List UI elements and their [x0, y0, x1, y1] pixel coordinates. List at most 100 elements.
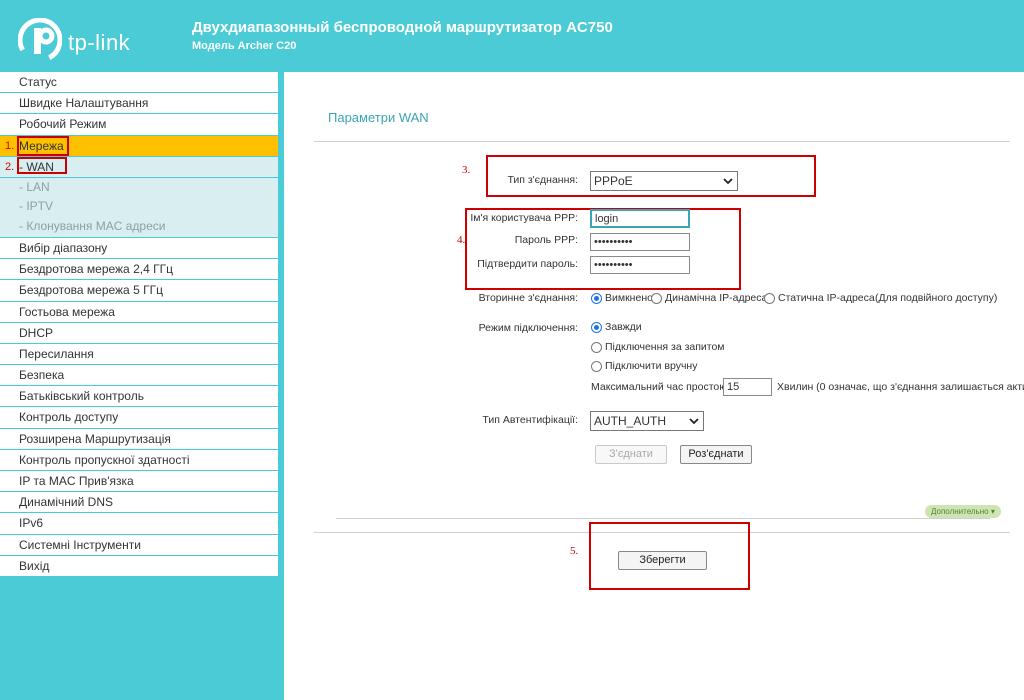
idle-time-input[interactable]: 15 [723, 378, 772, 396]
sidebar-item-label: Динамічний DNS [19, 495, 114, 510]
sidebar-item-label: - IPTV [19, 199, 54, 214]
annotation-marker-3: 3. [462, 164, 471, 176]
sidebar-item-system-tools[interactable]: Системні Інструменти [0, 534, 278, 556]
sidebar-item-label: Контроль пропускної здатності [19, 452, 190, 467]
mode-manual-radio[interactable] [591, 361, 602, 372]
sidebar-item-routing[interactable]: Розширена Маршрутизація [0, 428, 278, 450]
router-model: Модель Archer C20 [192, 40, 297, 52]
username-input[interactable]: login [590, 209, 690, 228]
secondary-dynamic-radio[interactable] [651, 293, 662, 304]
sidebar-item-forwarding[interactable]: Пересилання [0, 343, 278, 366]
connection-mode-label: Режим підключення: [478, 322, 578, 334]
sidebar-item-lan[interactable]: - LAN [0, 177, 278, 198]
sidebar-item-ddns[interactable]: Динамічний DNS [0, 492, 278, 514]
sidebar-item-label: Вибір діапазону [19, 240, 108, 255]
annotation-box-network [17, 136, 69, 156]
header-bar: tp-link Двухдиапазонный беспроводной мар… [0, 0, 1024, 72]
sidebar-item-status[interactable]: Статус [0, 72, 278, 94]
idle-time-suffix: Хвилин (0 означає, що з'єднання залишаєт… [777, 381, 1024, 393]
sidebar-item-label: - Клонування MAC адреси [19, 218, 166, 233]
more-options-label: Дополнительно [931, 507, 989, 516]
idle-time-label: Максимальний час простою: [591, 381, 731, 393]
main-panel: Параметри WAN 3. Тип з'єднання: PPPoE 4.… [284, 72, 1024, 700]
sidebar-item-bandwidth[interactable]: Контроль пропускної здатності [0, 449, 278, 471]
password-input[interactable]: •••••••••• [590, 233, 690, 251]
sidebar-item-label: Гостьова мережа [19, 304, 115, 319]
sidebar-item-iptv[interactable]: - IPTV [0, 197, 278, 217]
sidebar-item-label: Швидке Налаштування [19, 96, 149, 111]
idle-time-value: 15 [727, 381, 740, 393]
sidebar-item-operation-mode[interactable]: Робочий Режим [0, 114, 278, 136]
sidebar-item-logout[interactable]: Вихід [0, 555, 278, 577]
annotation-marker-4: 4. [457, 234, 466, 246]
connection-type-select[interactable]: PPPoE [590, 171, 738, 191]
sidebar-item-wireless-24[interactable]: Бездротова мережа 2,4 ГГц [0, 259, 278, 281]
secondary-static-label: Статична IP-адреса [778, 292, 875, 304]
auth-type-select[interactable]: AUTH_AUTH [590, 411, 704, 431]
chevron-down-icon [723, 178, 733, 185]
page-title: Параметри WAN [328, 110, 429, 125]
sidebar-item-label: - LAN [19, 179, 50, 194]
mode-on-demand-radio[interactable] [591, 342, 602, 353]
disconnect-button[interactable]: Роз'єднати [680, 445, 752, 464]
sidebar-item-label: Розширена Маршрутизація [19, 431, 171, 446]
sidebar-item-quick-setup[interactable]: Швидке Налаштування [0, 93, 278, 115]
auth-type-value: AUTH_AUTH [594, 414, 667, 428]
chevron-down-icon: ▾ [990, 507, 995, 516]
divider-bottom [336, 518, 990, 519]
connection-type-label: Тип з'єднання: [507, 174, 578, 186]
secondary-connection-label: Вторинне з'єднання: [478, 292, 578, 304]
secondary-static-radio[interactable] [764, 293, 775, 304]
mode-manual-label: Підключити вручну [605, 360, 698, 372]
save-button[interactable]: Зберегти [618, 551, 707, 570]
brand-name: tp-link [68, 30, 131, 55]
sidebar: Статус Швидке Налаштування Робочий Режим… [0, 72, 278, 700]
sidebar-item-ip-mac-binding[interactable]: IP та MAC Прив'язка [0, 471, 278, 493]
sidebar-item-security[interactable]: Безпека [0, 365, 278, 387]
tp-link-logo[interactable]: tp-link [18, 18, 158, 62]
sidebar-item-mac-clone[interactable]: - Клонування MAC адреси [0, 216, 278, 238]
password-label: Пароль PPP: [514, 234, 578, 246]
sidebar-item-access-control[interactable]: Контроль доступу [0, 407, 278, 429]
connection-type-value: PPPoE [594, 174, 633, 188]
sidebar-item-label: Бездротова мережа 2,4 ГГц [19, 262, 173, 277]
sidebar-item-label: Вихід [19, 558, 50, 573]
divider-top [314, 141, 1010, 142]
sidebar-item-ipv6[interactable]: IPv6 [0, 513, 278, 535]
secondary-off-label: Вимкнено [605, 292, 653, 304]
more-options-toggle[interactable]: Дополнительно ▾ [925, 505, 1001, 518]
username-value: login [595, 213, 619, 225]
sidebar-item-label: DHCP [19, 325, 54, 340]
sidebar-item-label: Робочий Режим [19, 117, 107, 132]
sidebar-item-label: IP та MAC Прив'язка [19, 474, 134, 488]
mode-always-radio[interactable] [591, 322, 602, 333]
sidebar-item-label: Статус [19, 75, 57, 89]
sidebar-item-label: Безпека [19, 368, 65, 383]
sidebar-item-wireless-5[interactable]: Бездротова мережа 5 ГГц [0, 280, 278, 302]
confirm-password-input[interactable]: •••••••••• [590, 256, 690, 274]
sidebar-item-band-select[interactable]: Вибір діапазону [0, 237, 278, 260]
secondary-dynamic-label: Динамічна IP-адреса [665, 292, 768, 304]
connect-button[interactable]: З'єднати [595, 445, 667, 464]
secondary-off-radio[interactable] [591, 293, 602, 304]
annotation-marker-2: 2. [5, 160, 15, 173]
tp-link-logo-icon [18, 18, 62, 62]
sidebar-item-label: Батьківський контроль [19, 389, 144, 404]
mode-on-demand-label: Підключення за запитом [605, 341, 725, 353]
annotation-marker-5: 5. [570, 545, 579, 557]
sidebar-item-label: Системні Інструменти [19, 537, 141, 552]
sidebar-item-parental[interactable]: Батьківський контроль [0, 386, 278, 408]
sidebar-item-dhcp[interactable]: DHCP [0, 322, 278, 344]
confirm-password-label: Підтвердити пароль: [477, 258, 578, 270]
annotation-marker-1: 1. [5, 139, 15, 152]
mode-always-label: Завжди [605, 321, 642, 333]
annotation-box-wan [17, 157, 67, 174]
sidebar-item-label: Контроль доступу [19, 410, 119, 425]
sidebar-item-label: Пересилання [19, 346, 94, 361]
password-value: •••••••••• [594, 236, 633, 248]
sidebar-item-label: Бездротова мережа 5 ГГц [19, 283, 163, 298]
sidebar-item-guest[interactable]: Гостьова мережа [0, 301, 278, 323]
confirm-password-value: •••••••••• [594, 259, 633, 271]
sidebar-item-label: IPv6 [19, 516, 44, 531]
secondary-note: (Для подвійного доступу) [875, 292, 998, 304]
